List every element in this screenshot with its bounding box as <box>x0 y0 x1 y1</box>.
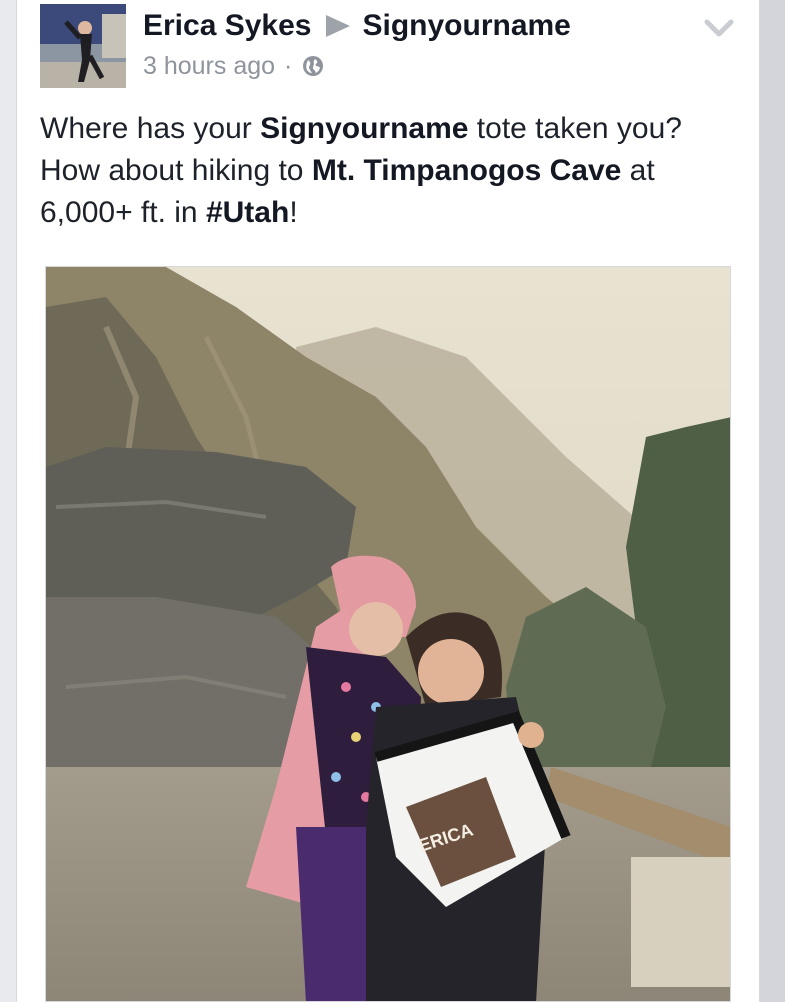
hashtag-link[interactable]: #Utah <box>206 196 289 229</box>
author-name[interactable]: Erica Sykes <box>143 9 311 43</box>
post-meta: 3 hours ago · <box>143 50 325 82</box>
place-mention-link[interactable]: Mt. Timpanogos Cave <box>312 154 622 187</box>
meta-separator: · <box>284 51 293 80</box>
chevron-down-icon[interactable] <box>702 14 736 42</box>
page-name[interactable]: Signyourname <box>362 9 570 43</box>
post-header: Erica Sykes Signyourname <box>143 6 571 46</box>
globe-icon <box>303 56 324 76</box>
page-mention-link[interactable]: Signyourname <box>260 112 468 145</box>
photo-image: ERICA <box>46 267 730 1001</box>
post-text-segment: ! <box>289 196 298 229</box>
post-timestamp[interactable]: 3 hours ago <box>143 52 275 81</box>
post-message: Where has your Signyourname tote taken y… <box>40 108 740 234</box>
post-photo[interactable]: ERICA <box>45 266 731 1002</box>
post-text-segment: Where has your <box>40 112 261 145</box>
avatar-image <box>40 4 126 88</box>
triangle-right-icon <box>326 15 351 37</box>
right-gutter <box>760 0 785 1002</box>
author-avatar[interactable] <box>40 4 126 88</box>
